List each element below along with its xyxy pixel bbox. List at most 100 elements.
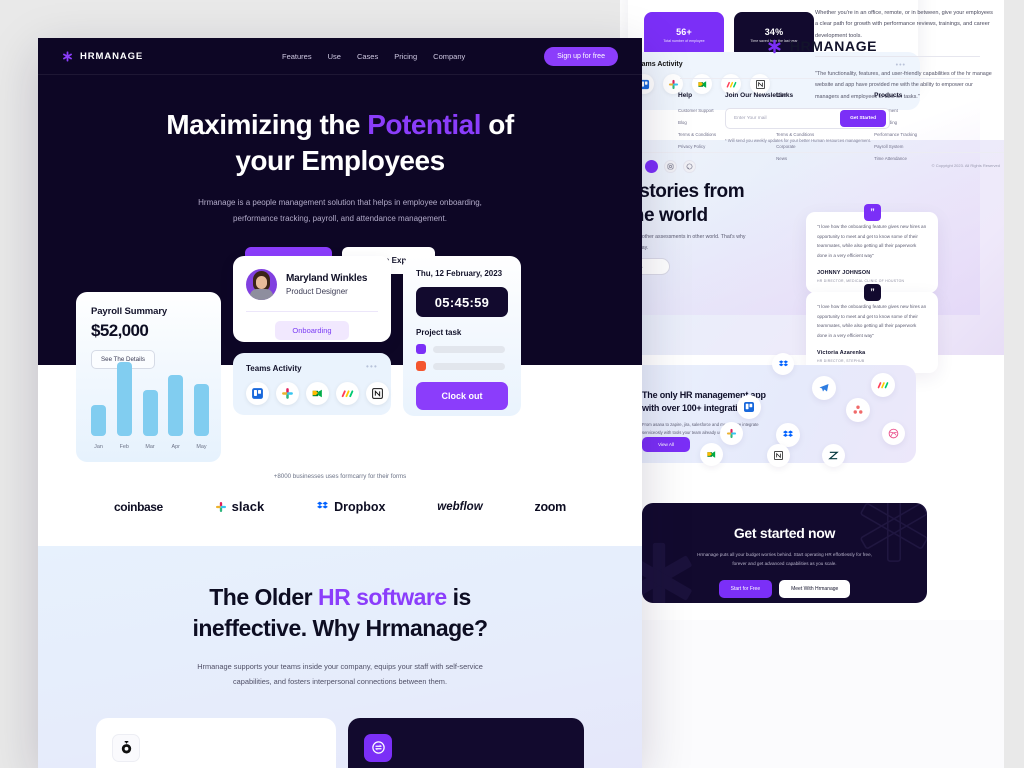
why-hrmanage-section: The Older HR software is ineffective. Wh… bbox=[38, 546, 642, 768]
bg-footer-link[interactable]: Blog bbox=[678, 120, 716, 125]
timer-value: 05:45:59 bbox=[434, 294, 490, 310]
quote-icon: ” bbox=[864, 204, 881, 221]
bg-success-title: Success stories from around the world bbox=[620, 180, 790, 229]
task-placeholder-bar bbox=[433, 362, 505, 370]
bg-integrations-sub: From asana to zapire, jira, salesforce a… bbox=[642, 422, 759, 436]
chart-x-label: May bbox=[196, 444, 207, 450]
task-color-swatch bbox=[416, 344, 426, 354]
clock-out-button[interactable]: Clock out bbox=[416, 382, 508, 410]
asterisk-logo-icon bbox=[768, 39, 781, 53]
onboarding-status-badge: Onboarding bbox=[275, 321, 349, 340]
bg-testimonial-name: JOHNNY JOHNSON bbox=[817, 269, 871, 276]
bg-stat-value: 56+ bbox=[676, 26, 692, 37]
bg-testimonial-card: ” "I love how the onboarding feature giv… bbox=[806, 204, 938, 293]
google-meet-icon[interactable] bbox=[306, 382, 329, 405]
bg-footer-link[interactable]: Terms & Conditions bbox=[678, 132, 716, 137]
nav-item-features[interactable]: Features bbox=[282, 52, 312, 61]
nav-item-pricing[interactable]: Pricing bbox=[394, 52, 417, 61]
chart-bar bbox=[194, 384, 209, 436]
asterisk-logo-icon bbox=[63, 51, 72, 61]
bg-footer-bottom-divider bbox=[620, 152, 1024, 153]
brand-name: HRMANAGE bbox=[80, 50, 144, 62]
dropbox-icon bbox=[317, 501, 328, 509]
tracker-date: Thu, 12 February, 2023 bbox=[416, 269, 503, 278]
webflow-logo-text: webflow bbox=[437, 500, 483, 513]
bg-meet-with-hrmanage-button[interactable]: Meet With Hrmanage bbox=[779, 580, 851, 599]
timer-display: 05:45:59 bbox=[416, 287, 508, 317]
bg-divider bbox=[815, 56, 980, 58]
social-proof-note: +8000 businesses uses formcarry for thei… bbox=[273, 473, 407, 480]
trello-icon[interactable] bbox=[246, 382, 269, 405]
nav-item-cases[interactable]: Cases bbox=[357, 52, 378, 61]
brand-logo[interactable]: HRMANAGE bbox=[62, 51, 143, 62]
bg-footer-column-help: Help Customer Support Blog Terms & Condi… bbox=[678, 92, 716, 168]
slack-icon bbox=[215, 501, 226, 512]
social-icon-purple[interactable] bbox=[645, 160, 658, 173]
bg-copyright: © Copyright 2023. All Rights Reserved bbox=[931, 163, 1000, 168]
teams-activity-menu-icon[interactable]: ••• bbox=[366, 363, 378, 371]
background-page-preview: you need today add more features as your… bbox=[620, 0, 1024, 768]
bg-testimonial-role: HR DIRECTOR, STEPHUB bbox=[817, 358, 865, 363]
payroll-title: Payroll Summary bbox=[91, 306, 168, 317]
feature-card-flexibility: FLEXIBILITY bbox=[348, 717, 584, 768]
bg-newsletter-submit-button[interactable]: Get Started bbox=[840, 110, 886, 127]
nav-links: Features Use Cases Pricing Company bbox=[222, 52, 465, 61]
trello-icon bbox=[737, 395, 761, 419]
bg-footer-divider bbox=[680, 78, 970, 79]
why-title-part2: is bbox=[446, 584, 472, 610]
bg-footer-link[interactable]: News bbox=[776, 156, 814, 161]
slack-logo: slack bbox=[215, 499, 264, 514]
bg-right-gutter bbox=[1004, 0, 1024, 768]
bg-newsletter-note: * Will send you weekly updates for your … bbox=[725, 138, 871, 143]
bg-testimonial-role: HR DIRECTOR, MEDICAL CLINIC OF HOUSTON bbox=[817, 278, 905, 283]
profile-header: Maryland Winkles Product Designer bbox=[233, 256, 391, 300]
slack-icon bbox=[663, 74, 683, 94]
task-row bbox=[416, 361, 521, 371]
bg-newsletter-input[interactable]: Enter Your mail bbox=[726, 116, 840, 121]
coinbase-logo: coinbase bbox=[114, 500, 163, 514]
signup-button[interactable]: Sign up for free bbox=[544, 46, 618, 66]
bg-footer-link[interactable]: Time Attendance bbox=[874, 156, 917, 161]
telegram-icon bbox=[812, 376, 836, 400]
instagram-icon[interactable] bbox=[664, 160, 677, 173]
slack-icon[interactable] bbox=[276, 382, 299, 405]
why-subtitle: Hrmanage supports your teams inside your… bbox=[197, 662, 483, 687]
bg-cta-sub: Hrmanage puts all your budget worries be… bbox=[697, 552, 872, 567]
bg-newsletter: Join Our Newsletter Enter Your mail Get … bbox=[725, 92, 900, 145]
bg-stat-value: 34% bbox=[764, 26, 784, 37]
bg-testimonial-quote: "I love how the onboarding feature gives… bbox=[817, 224, 927, 258]
bg-testimonial-card: ” "I love how the onboarding feature giv… bbox=[806, 284, 938, 373]
hero-subtitle: Hrmanage is a people management solution… bbox=[198, 197, 482, 224]
task-color-swatch bbox=[416, 361, 426, 371]
payroll-summary-card: Payroll Summary $52,000 See The Details … bbox=[76, 292, 221, 462]
monday-icon[interactable] bbox=[336, 382, 359, 405]
teams-activity-card: Teams Activity ••• bbox=[233, 353, 391, 415]
why-title: The Older HR software is ineffective. Wh… bbox=[38, 582, 642, 643]
chart-x-label: Jan bbox=[94, 444, 103, 450]
employee-profile-card: Maryland Winkles Product Designer Onboar… bbox=[233, 256, 391, 342]
coinbase-logo-text: coinbase bbox=[114, 499, 163, 514]
bg-view-all-button[interactable]: View All bbox=[642, 437, 690, 452]
bg-newsletter-form: Enter Your mail Get Started bbox=[725, 108, 890, 129]
nav-item-use[interactable]: Use bbox=[328, 52, 341, 61]
asana-icon bbox=[846, 398, 870, 422]
social-proof-section: +8000 businesses uses formcarry for thei… bbox=[38, 473, 642, 514]
notion-icon[interactable] bbox=[366, 382, 389, 405]
chart-x-label: Mar bbox=[145, 444, 155, 450]
screenshot-stage: you need today add more features as your… bbox=[0, 0, 1024, 768]
hero-title: Maximizing the Potential of your Employe… bbox=[38, 107, 642, 179]
bg-start-for-free-button[interactable]: Start for Free bbox=[718, 580, 773, 599]
why-title-highlight: HR software bbox=[317, 584, 447, 610]
payroll-bar-chart bbox=[91, 362, 209, 436]
bg-testimonial-name: Victoria Azarenka bbox=[817, 349, 866, 356]
why-title-line2: ineffective. Why Hrmanage? bbox=[192, 614, 488, 641]
profile-divider bbox=[246, 311, 378, 312]
google-meet-icon bbox=[700, 443, 723, 466]
nav-item-company[interactable]: Company bbox=[433, 52, 465, 61]
chart-x-label: Feb bbox=[119, 444, 129, 450]
bg-footer-link[interactable]: Customer Support bbox=[678, 108, 716, 113]
why-cards-grid: FLEXIBILITY bbox=[38, 690, 642, 768]
github-icon[interactable] bbox=[683, 160, 696, 173]
bg-footer-link[interactable]: Privacy Policy bbox=[678, 144, 716, 149]
bg-footer-column-title: Help bbox=[678, 92, 693, 99]
